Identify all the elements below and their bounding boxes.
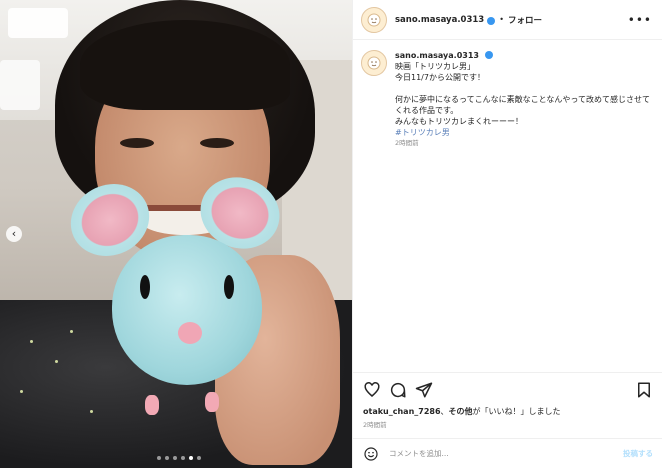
avatar[interactable] bbox=[361, 6, 387, 33]
photo-sparkle bbox=[30, 340, 33, 343]
action-bar bbox=[353, 372, 662, 406]
carousel-dot bbox=[197, 456, 201, 460]
comment-input[interactable]: コメントを追加... bbox=[389, 448, 449, 459]
comment-bar: コメントを追加... 投稿する bbox=[353, 438, 662, 468]
heart-icon[interactable] bbox=[363, 381, 381, 399]
photo-sparkle bbox=[70, 330, 73, 333]
photo-light bbox=[8, 8, 68, 38]
avatar-face-icon bbox=[367, 56, 381, 70]
carousel-dot-active bbox=[189, 456, 193, 460]
photo-eye bbox=[120, 138, 154, 148]
carousel-dots bbox=[157, 456, 201, 460]
toy-foot bbox=[145, 395, 159, 415]
carousel-dot bbox=[181, 456, 185, 460]
follow-button[interactable]: フォロー bbox=[508, 14, 542, 26]
hashtag-link[interactable]: #トリツカレ男 bbox=[395, 127, 654, 138]
caption-line: 何かに夢中になるってこんなに素敵なことなんやって改めて感じさせてくれる作品です。 bbox=[395, 95, 650, 115]
post-header: sano.masaya.0313 • フォロー ••• bbox=[353, 0, 662, 40]
caption-timestamp: 2時間前 bbox=[395, 139, 419, 147]
photo-bangs bbox=[80, 20, 290, 110]
likes-user-link[interactable]: otaku_chan_7286 bbox=[363, 407, 441, 416]
photo-sparkle bbox=[90, 410, 93, 413]
photo-light bbox=[0, 60, 40, 110]
likes-others-link[interactable]: その他 bbox=[449, 407, 473, 416]
emoji-icon[interactable] bbox=[363, 446, 379, 462]
photo-eye bbox=[200, 138, 234, 148]
toy-foot bbox=[205, 392, 219, 412]
avatar[interactable] bbox=[361, 50, 387, 76]
comment-icon[interactable] bbox=[389, 381, 407, 399]
photo-sparkle bbox=[20, 390, 23, 393]
caption-text: sano.masaya.0313 映画「トリツカレ男」 今日11/7から公開です… bbox=[395, 50, 654, 149]
avatar-face-icon bbox=[367, 13, 381, 26]
more-options-icon[interactable]: ••• bbox=[628, 13, 652, 27]
separator: • bbox=[499, 15, 504, 24]
likes-middle: 、 bbox=[440, 407, 449, 416]
photo-sparkle bbox=[55, 360, 58, 363]
toy-nose bbox=[178, 322, 202, 344]
carousel-dot bbox=[165, 456, 169, 460]
username-link[interactable]: sano.masaya.0313 bbox=[395, 15, 484, 25]
caption-line: みんなもトリツカレまくれーーー！ bbox=[395, 117, 523, 126]
post-timestamp: 2時間前 bbox=[363, 421, 387, 429]
carousel-dot bbox=[173, 456, 177, 460]
likes-text: otaku_chan_7286、その他が「いいね！」しました bbox=[363, 406, 561, 417]
post-comment-button[interactable]: 投稿する bbox=[623, 448, 653, 459]
caption-line: 今日11/7から公開です！ bbox=[395, 73, 485, 82]
bookmark-icon[interactable] bbox=[635, 381, 653, 399]
verified-badge-icon bbox=[487, 16, 496, 25]
post-sidebar: sano.masaya.0313 • フォロー ••• sano.masaya.… bbox=[352, 0, 662, 468]
toy-eye bbox=[140, 275, 150, 299]
carousel-dot bbox=[157, 456, 161, 460]
likes-rest: が「いいね！」しました bbox=[472, 407, 561, 416]
caption-block: sano.masaya.0313 映画「トリツカレ男」 今日11/7から公開です… bbox=[353, 40, 662, 149]
post-photo[interactable]: ‹ bbox=[0, 0, 352, 468]
share-icon[interactable] bbox=[415, 381, 433, 399]
toy-eye bbox=[224, 275, 234, 299]
caption-username[interactable]: sano.masaya.0313 bbox=[395, 50, 479, 61]
caption-line: 映画「トリツカレ男」 bbox=[395, 62, 475, 71]
toy-mouse bbox=[112, 235, 262, 385]
carousel-prev-button[interactable]: ‹ bbox=[6, 226, 22, 242]
verified-badge-icon bbox=[484, 51, 493, 59]
instagram-post: ‹ sano.masaya.0313 • フォロー ••• sano.masay… bbox=[0, 0, 662, 468]
